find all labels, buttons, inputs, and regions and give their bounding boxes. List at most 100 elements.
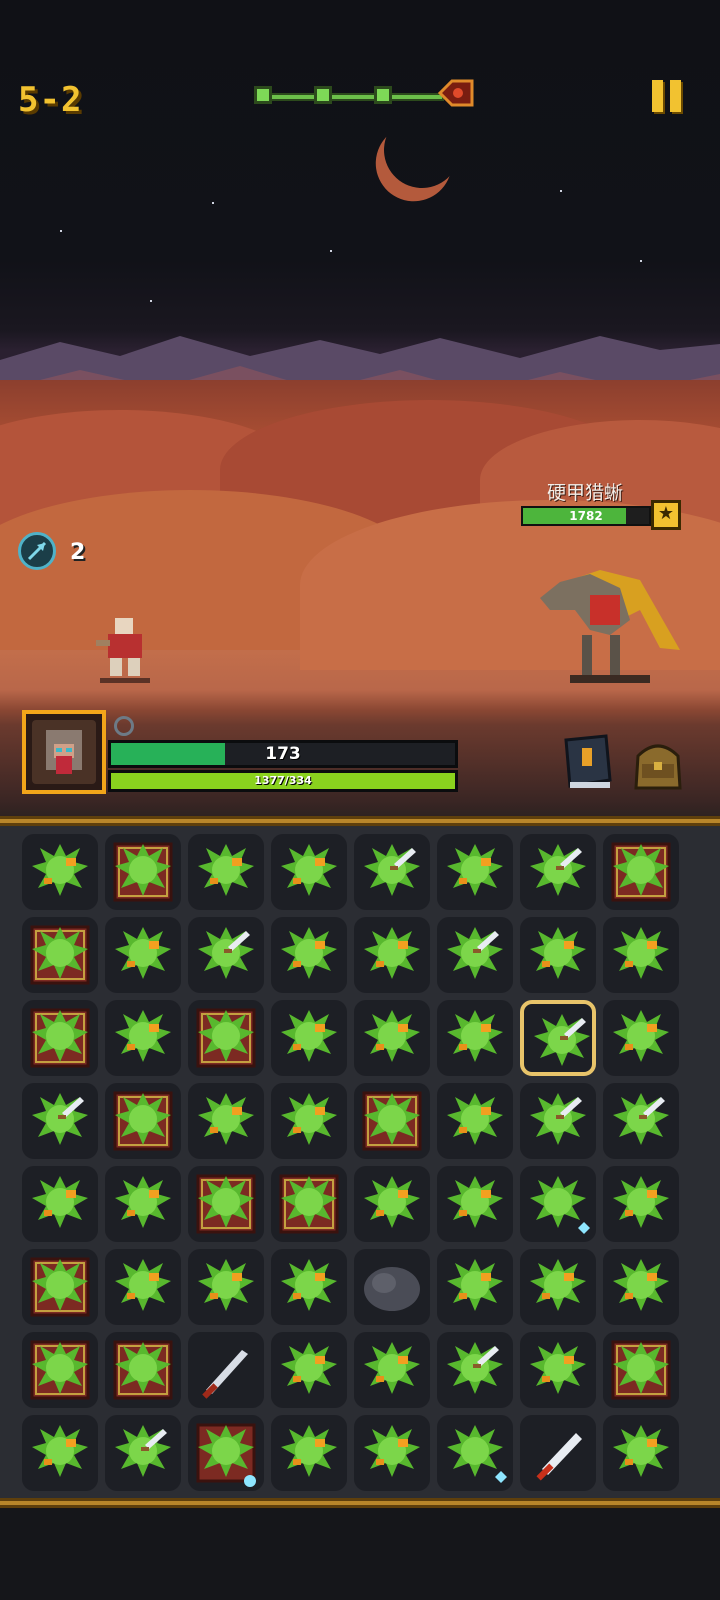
slime-crate-icon xyxy=(113,842,173,902)
board-tile-slime-orange[interactable] xyxy=(437,1166,513,1242)
board-tile-slime-orange[interactable] xyxy=(188,1249,264,1325)
board-tile-slime-crate[interactable] xyxy=(105,834,181,910)
board-tile-slime-sword[interactable] xyxy=(437,1332,513,1408)
stage-progress-bar xyxy=(258,93,444,101)
board-tile-slime-orange[interactable] xyxy=(520,917,596,993)
board-tile-slime-orange[interactable] xyxy=(105,1166,181,1242)
board-tile-slime-orange[interactable] xyxy=(271,834,347,910)
slime-orange-icon xyxy=(115,1176,171,1228)
board-tile-slime-orange[interactable] xyxy=(603,1415,679,1491)
board-tile-slime-crate[interactable] xyxy=(105,1332,181,1408)
slime-orange-icon xyxy=(281,1259,337,1311)
slime-sword-icon xyxy=(115,1425,171,1477)
board-tile-slime-crate[interactable] xyxy=(22,1332,98,1408)
board-tile-slime-orange[interactable] xyxy=(603,1249,679,1325)
board-tile-slime-orange[interactable] xyxy=(437,1249,513,1325)
board-tile-slime-orange[interactable] xyxy=(437,1000,513,1076)
board-tile-slime-sword[interactable] xyxy=(354,834,430,910)
slime-sword-icon xyxy=(364,844,420,896)
board-tile-slime-orange[interactable] xyxy=(520,1249,596,1325)
slime-crate-icon xyxy=(611,842,671,902)
star-icon: ★ xyxy=(651,500,681,530)
board-tile-slime-crate-spark[interactable] xyxy=(188,1415,264,1491)
board-tile-slime-sword[interactable] xyxy=(603,1083,679,1159)
slime-orange-icon xyxy=(281,927,337,979)
board-frame-bottom xyxy=(0,1498,720,1508)
board-tile-slime-orange[interactable] xyxy=(105,917,181,993)
board-tile-slime-orange[interactable] xyxy=(271,917,347,993)
board-tile-slime-sword[interactable] xyxy=(520,834,596,910)
board-tile-slime-ice[interactable] xyxy=(437,1415,513,1491)
slime-orange-icon xyxy=(447,1093,503,1145)
board-tile-slime-orange[interactable] xyxy=(105,1000,181,1076)
slime-sword-icon xyxy=(530,1093,586,1145)
board-tile-slime-crate[interactable] xyxy=(188,1166,264,1242)
board-tile-slime-ice[interactable] xyxy=(520,1166,596,1242)
board-tile-slime-orange[interactable] xyxy=(354,1415,430,1491)
board-tile-slime-crate[interactable] xyxy=(22,917,98,993)
armored-lizard-enemy[interactable] xyxy=(530,540,690,690)
board-tile-slime-orange[interactable] xyxy=(603,917,679,993)
slime-crate-icon xyxy=(30,1340,90,1400)
board-tile-slime-orange[interactable] xyxy=(603,1000,679,1076)
slime-sword-icon xyxy=(447,927,503,979)
board-tile-slime-orange[interactable] xyxy=(105,1249,181,1325)
arrow-skill-icon[interactable] xyxy=(18,532,56,570)
board-tile-slime-orange[interactable] xyxy=(271,1332,347,1408)
board-tile-slime-sword[interactable] xyxy=(520,1000,596,1076)
enemy-hp-bar: 1782 xyxy=(521,506,651,526)
board-tile-slime-sword[interactable] xyxy=(22,1083,98,1159)
board-tile-slime-orange[interactable] xyxy=(22,1415,98,1491)
slime-orange-icon xyxy=(115,1010,171,1062)
spellbook-button[interactable] xyxy=(556,732,616,792)
slime-crate-icon xyxy=(113,1091,173,1151)
slime-sword-icon xyxy=(530,844,586,896)
slime-orange-icon xyxy=(613,1259,669,1311)
board-tile-slime-orange[interactable] xyxy=(354,1166,430,1242)
stage-node xyxy=(254,86,272,104)
board-tile-slime-orange[interactable] xyxy=(22,834,98,910)
backpack-button[interactable] xyxy=(628,734,688,794)
slime-orange-icon xyxy=(281,1425,337,1477)
board-tile-slime-crate[interactable] xyxy=(603,834,679,910)
board-tile-slime-crate[interactable] xyxy=(271,1166,347,1242)
slime-ice-icon xyxy=(447,1425,507,1483)
rock-icon xyxy=(364,1267,420,1311)
board-tile-slime-crate[interactable] xyxy=(22,1249,98,1325)
hero-portrait[interactable] xyxy=(22,710,106,794)
board-tile-slime-orange[interactable] xyxy=(354,1000,430,1076)
board-tile-slime-crate[interactable] xyxy=(105,1083,181,1159)
board-tile-slime-crate[interactable] xyxy=(22,1000,98,1076)
board-tile-slime-sword[interactable] xyxy=(188,917,264,993)
board-tile-slime-orange[interactable] xyxy=(271,1249,347,1325)
match-board xyxy=(0,826,720,1498)
slime-crate-icon xyxy=(362,1091,422,1151)
board-tile-slime-orange[interactable] xyxy=(188,1083,264,1159)
board-tile-sword[interactable] xyxy=(520,1415,596,1491)
board-tile-slime-orange[interactable] xyxy=(271,1083,347,1159)
board-tile-slime-sword[interactable] xyxy=(105,1415,181,1491)
slime-orange-icon xyxy=(281,844,337,896)
board-tile-slime-crate[interactable] xyxy=(354,1083,430,1159)
board-tile-slime-orange[interactable] xyxy=(271,1415,347,1491)
board-tile-slime-orange[interactable] xyxy=(437,834,513,910)
board-tile-slime-sword[interactable] xyxy=(520,1083,596,1159)
board-tile-slime-orange[interactable] xyxy=(354,917,430,993)
board-tile-rock[interactable] xyxy=(354,1249,430,1325)
board-tile-slime-orange[interactable] xyxy=(22,1166,98,1242)
board-tile-slime-crate[interactable] xyxy=(188,1000,264,1076)
board-tile-dagger[interactable] xyxy=(188,1332,264,1408)
slime-orange-icon xyxy=(32,1425,88,1477)
board-tile-slime-orange[interactable] xyxy=(354,1332,430,1408)
board-tile-slime-orange[interactable] xyxy=(188,834,264,910)
board-tile-slime-orange[interactable] xyxy=(271,1000,347,1076)
board-tile-slime-orange[interactable] xyxy=(603,1166,679,1242)
pause-button[interactable] xyxy=(652,80,682,112)
slime-orange-icon xyxy=(613,1010,669,1062)
board-tile-slime-orange[interactable] xyxy=(437,1083,513,1159)
board-tile-slime-crate[interactable] xyxy=(603,1332,679,1408)
player-hp-bar: 173 xyxy=(108,740,458,768)
board-tile-slime-orange[interactable] xyxy=(520,1332,596,1408)
slime-crate-icon xyxy=(279,1174,339,1234)
board-tile-slime-sword[interactable] xyxy=(437,917,513,993)
